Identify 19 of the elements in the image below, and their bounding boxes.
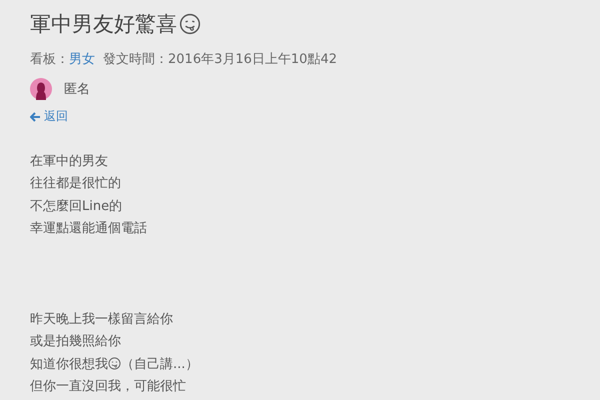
avatar-icon — [30, 78, 52, 100]
post-text-line: 往往都是很忙的 — [30, 175, 121, 192]
tongue-face-icon — [179, 13, 201, 35]
author-name: 匿名 — [64, 81, 90, 98]
smiley-icon — [108, 357, 121, 370]
arrow-icon — [30, 112, 41, 122]
post-text-line: 在軍中的男友 — [30, 152, 108, 170]
board-label: 看板： — [30, 51, 69, 68]
post-time: 發文時間：2016年3月16日上午10點42 — [103, 51, 337, 68]
post-title: 軍中男友好驚喜 — [30, 11, 177, 38]
post-text-line: 知道你很想我 — [30, 356, 108, 373]
post-text-line: （自己講...） — [121, 356, 198, 373]
board-link[interactable]: 男女 — [69, 50, 95, 68]
post-text-line: 幸運點還能通個電話 — [30, 220, 147, 238]
post-text-line: 或是拍幾照給你 — [30, 333, 121, 350]
post-text-line: 不怎麼回Line的 — [30, 198, 122, 215]
post-text-line: 昨天晚上我一樣留言給你 — [30, 310, 173, 328]
back-link[interactable]: 返回 — [30, 108, 68, 125]
post-text-line: 但你一直沒回我，可能很忙 — [30, 378, 186, 396]
